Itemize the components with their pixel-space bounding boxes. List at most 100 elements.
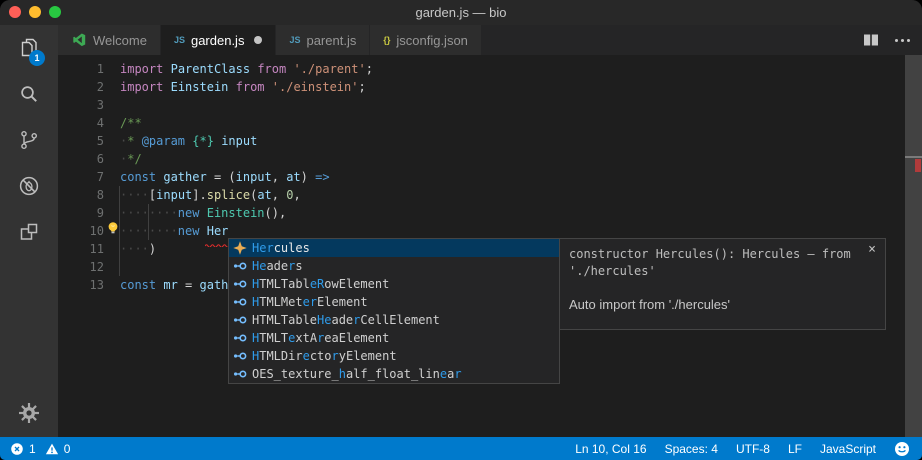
scrollbar[interactable] — [905, 55, 922, 437]
activity-bar: 1 — [0, 25, 58, 437]
code-text: const gather = (input, at) => — [120, 168, 330, 186]
line-number: 7 — [58, 168, 104, 186]
tab-garden.js[interactable]: JSgarden.js — [161, 25, 277, 55]
editor-actions — [863, 25, 910, 55]
line-number: 6 — [58, 150, 104, 168]
line-number: 13 — [58, 276, 104, 294]
code-line-1[interactable]: 1import ParentClass from './parent'; — [58, 60, 905, 78]
settings-gear-icon[interactable] — [0, 401, 58, 425]
tab-jsconfig.json[interactable]: {} jsconfig.json — [370, 25, 482, 55]
code-text: ·*/ — [120, 150, 142, 168]
code-line-4[interactable]: 4 /** — [58, 114, 905, 132]
tab-label: jsconfig.json — [396, 33, 468, 48]
tab-welcome[interactable]: Welcome — [58, 25, 161, 55]
line-number: 5 — [58, 132, 104, 150]
suggest-item-HTMLTableHeaderCellElement[interactable]: HTMLTableHeaderCellElement — [229, 311, 559, 329]
zoom-window-button[interactable] — [49, 6, 61, 18]
activity-source-control-icon[interactable] — [0, 117, 58, 163]
error-squiggle — [205, 236, 229, 250]
js-file-icon: JS — [289, 35, 300, 45]
field-kind-icon — [232, 276, 248, 292]
line-number: 2 — [58, 78, 104, 96]
close-window-button[interactable] — [9, 6, 21, 18]
suggest-item-HTMLMeterElement[interactable]: HTMLMeterElement — [229, 293, 559, 311]
close-icon[interactable]: × — [868, 242, 876, 257]
status-bar: 1 0 Ln 10, Col 16 Spaces: 4 UTF-8 LF JavaScr… — [0, 437, 922, 460]
warning-count: 0 — [64, 442, 71, 456]
feedback-smiley-icon[interactable] — [894, 441, 910, 457]
suggest-item-label: Hercules — [252, 241, 310, 255]
code-text: ·* @param {*} input — [120, 132, 257, 150]
code-text: ····[input].splice(at, 0, — [120, 186, 301, 204]
tab-list: Welcome JSgarden.js JS parent.js {} jsconfig.… — [58, 25, 482, 55]
error-count: 1 — [29, 442, 36, 456]
suggest-item-label: HTMLTextAreaElement — [252, 331, 389, 345]
code-line-8[interactable]: 8 ····[input].splice(at, 0, — [58, 186, 905, 204]
suggest-item-label: HTMLTableRowElement — [252, 277, 389, 291]
line-number: 1 — [58, 60, 104, 78]
code-line-3[interactable]: 3 — [58, 96, 905, 114]
field-kind-icon — [232, 312, 248, 328]
overview-cursor-marker — [905, 156, 922, 158]
suggest-item-label: HTMLTableHeaderCellElement — [252, 313, 440, 327]
line-number: 11 — [58, 240, 104, 258]
activity-debug-icon[interactable] — [0, 163, 58, 209]
line-number: 3 — [58, 96, 104, 114]
code-line-6[interactable]: 6 ·*/ — [58, 150, 905, 168]
code-text: import Einstein from './einstein'; — [120, 78, 366, 96]
error-icon — [10, 442, 24, 456]
tab-label: Welcome — [93, 33, 147, 48]
line-number: 4 — [58, 114, 104, 132]
suggest-item-label: HTMLMeterElement — [252, 295, 368, 309]
suggest-doc-detail: Auto import from './hercules' — [569, 297, 875, 312]
code-text: ········new Einstein(), — [120, 204, 286, 222]
braces-file-icon: {} — [383, 35, 390, 45]
suggest-item-label: OES_texture_half_float_linear — [252, 367, 462, 381]
status-right-items: Ln 10, Col 16 Spaces: 4 UTF-8 LF JavaScript — [575, 441, 910, 457]
code-text: /** — [120, 114, 142, 132]
status-eol[interactable]: LF — [788, 442, 802, 456]
activity-extensions-icon[interactable] — [0, 209, 58, 255]
field-kind-icon — [232, 258, 248, 274]
field-kind-icon — [232, 330, 248, 346]
status-encoding[interactable]: UTF-8 — [736, 442, 770, 456]
tab-label: parent.js — [306, 33, 356, 48]
status-cursor-position[interactable]: Ln 10, Col 16 — [575, 442, 646, 456]
suggest-item-Headers[interactable]: Headers — [229, 257, 559, 275]
problems-indicator[interactable]: 1 0 — [10, 442, 70, 456]
code-line-9[interactable]: 9 ········new Einstein(), — [58, 204, 905, 222]
window-title: garden.js — bio — [0, 0, 922, 25]
suggest-item-Hercules[interactable]: Hercules — [229, 239, 559, 257]
code-line-7[interactable]: 7 const gather = (input, at) => — [58, 168, 905, 186]
suggest-docs: constructor Hercules(): Hercules — from … — [558, 238, 886, 330]
code-text: const mr = gath — [120, 276, 228, 294]
line-number: 12 — [58, 258, 104, 276]
line-number: 8 — [58, 186, 104, 204]
line-number: 9 — [58, 204, 104, 222]
activity-search-icon[interactable] — [0, 71, 58, 117]
vscode-window: garden.js — bio 1 Welcome JSgarden.js JS pa… — [0, 0, 922, 460]
warning-icon — [45, 442, 59, 456]
activity-explorer-icon[interactable]: 1 — [0, 25, 58, 71]
suggest-item-OES_texture_half_float_linear[interactable]: OES_texture_half_float_linear — [229, 365, 559, 383]
code-text: ····) — [120, 240, 156, 258]
title-bar: garden.js — bio — [0, 0, 922, 25]
suggest-item-HTMLTextAreaElement[interactable]: HTMLTextAreaElement — [229, 329, 559, 347]
suggest-widget: Hercules Headers HTMLTableRowElement HTMLMe… — [228, 238, 560, 384]
tab-parent.js[interactable]: JS parent.js — [276, 25, 370, 55]
code-line-5[interactable]: 5 ·* @param {*} input — [58, 132, 905, 150]
field-kind-icon — [232, 294, 248, 310]
code-line-2[interactable]: 2 import Einstein from './einstein'; — [58, 78, 905, 96]
more-actions-icon[interactable] — [895, 39, 910, 42]
class-kind-icon — [232, 240, 248, 256]
dirty-indicator-dot[interactable] — [254, 36, 262, 44]
minimize-window-button[interactable] — [29, 6, 41, 18]
status-language[interactable]: JavaScript — [820, 442, 876, 456]
split-editor-icon[interactable] — [863, 33, 879, 47]
lightbulb-icon[interactable] — [105, 220, 121, 239]
status-indentation[interactable]: Spaces: 4 — [665, 442, 718, 456]
suggest-item-HTMLTableRowElement[interactable]: HTMLTableRowElement — [229, 275, 559, 293]
tab-label: garden.js — [191, 33, 244, 48]
field-kind-icon — [232, 366, 248, 382]
suggest-item-HTMLDirectoryElement[interactable]: HTMLDirectoryElement — [229, 347, 559, 365]
